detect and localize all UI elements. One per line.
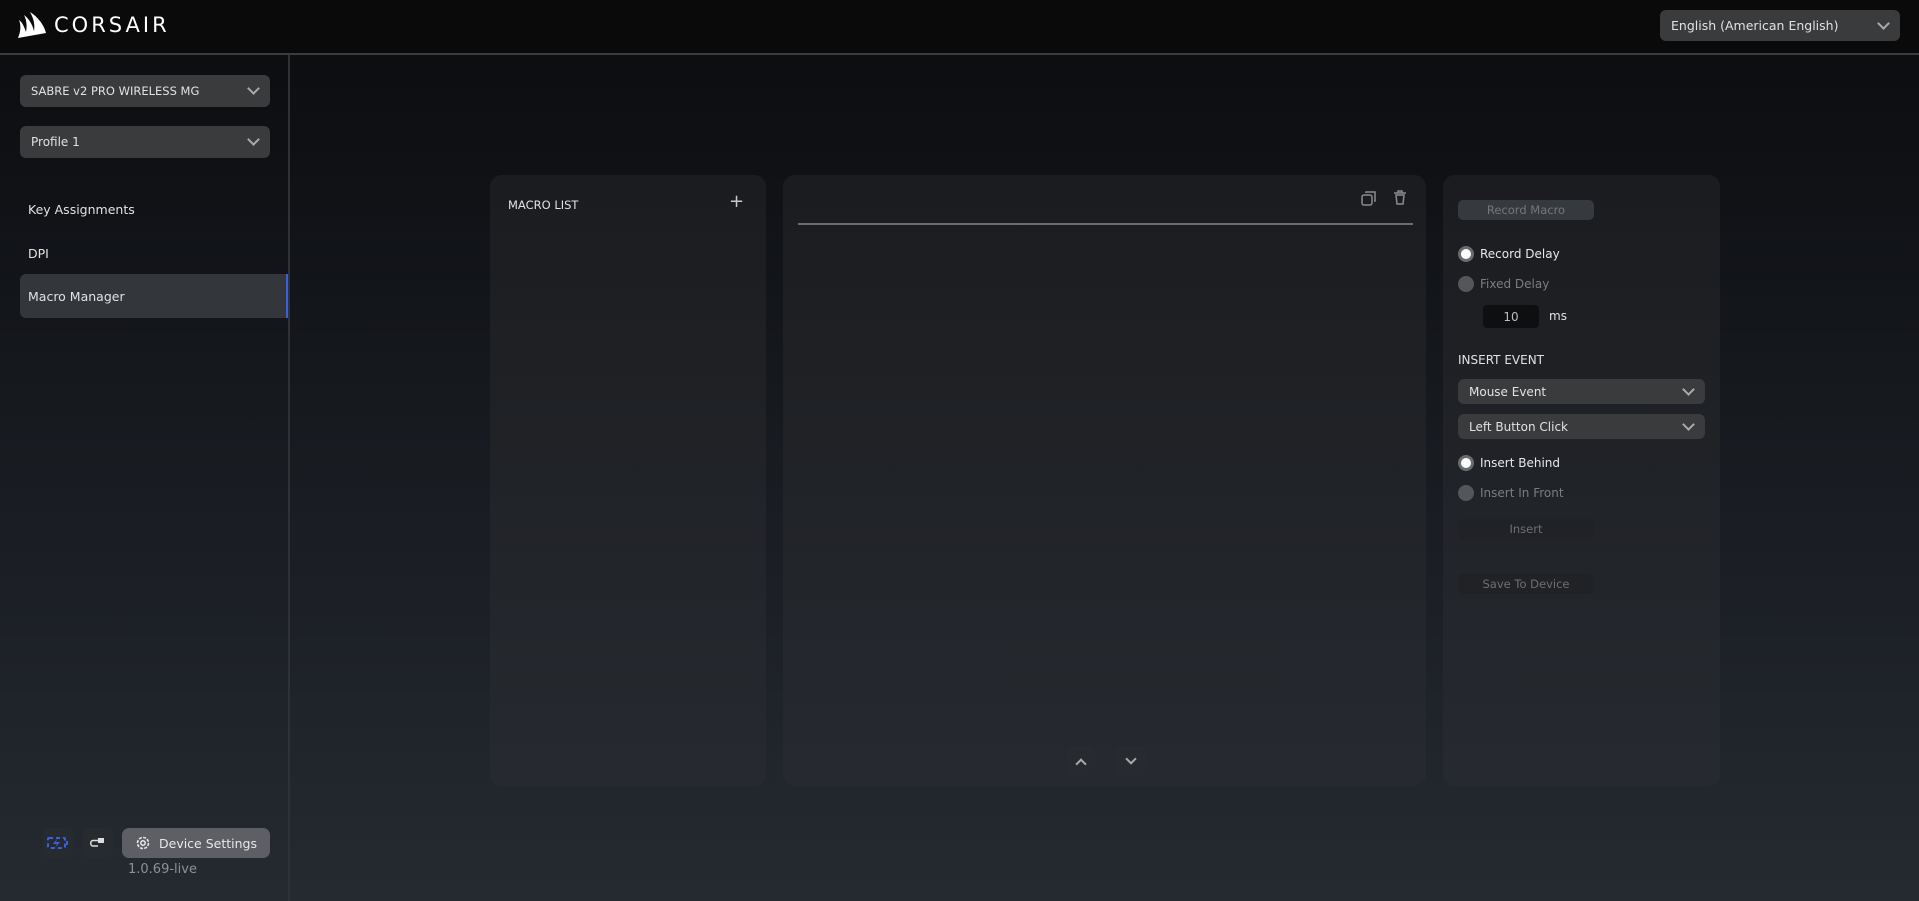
- insert-in-front-radio[interactable]: Insert In Front: [1458, 485, 1564, 501]
- copy-icon[interactable]: [1361, 190, 1377, 210]
- device-settings-label: Device Settings: [159, 835, 257, 851]
- event-type-select[interactable]: Mouse Event: [1458, 379, 1705, 404]
- sidebar-item-label: Macro Manager: [28, 288, 125, 304]
- record-macro-button[interactable]: Record Macro: [1458, 200, 1594, 220]
- save-to-device-button[interactable]: Save To Device: [1458, 574, 1594, 594]
- event-action-value: Left Button Click: [1469, 419, 1568, 434]
- radio-unchecked-icon: [1458, 276, 1474, 292]
- move-down-button[interactable]: [1116, 746, 1146, 776]
- sidebar-divider: [288, 55, 290, 901]
- chevron-down-icon: [1877, 16, 1890, 30]
- chevron-down-icon: [247, 82, 260, 95]
- macro-list-panel: [490, 175, 766, 786]
- fixed-delay-radio[interactable]: Fixed Delay: [1458, 276, 1549, 292]
- gear-icon: [136, 836, 150, 850]
- device-select[interactable]: SABRE v2 PRO WIRELESS MG: [20, 75, 270, 107]
- delay-input[interactable]: 10: [1483, 305, 1539, 328]
- language-value: English (American English): [1671, 18, 1839, 33]
- sidebar-item-macro-manager[interactable]: Macro Manager: [20, 274, 288, 318]
- radio-label: Record Delay: [1480, 247, 1560, 261]
- radio-label: Insert In Front: [1480, 486, 1564, 500]
- language-select[interactable]: English (American English): [1660, 10, 1900, 41]
- radio-checked-icon: [1458, 246, 1474, 262]
- chevron-down-icon: [247, 133, 260, 146]
- macro-list-title: MACRO LIST: [508, 198, 579, 212]
- chevron-down-icon: [1682, 382, 1695, 396]
- delay-unit-label: ms: [1549, 309, 1567, 323]
- record-delay-radio[interactable]: Record Delay: [1458, 246, 1560, 262]
- insert-behind-radio[interactable]: Insert Behind: [1458, 455, 1560, 471]
- controls-panel: [1443, 175, 1720, 786]
- event-action-select[interactable]: Left Button Click: [1458, 414, 1705, 439]
- event-type-value: Mouse Event: [1469, 384, 1547, 399]
- insert-button[interactable]: Insert: [1458, 519, 1594, 539]
- sidebar-item-label: Key Assignments: [28, 201, 135, 217]
- sidebar-item-key-assignments[interactable]: Key Assignments: [20, 187, 288, 231]
- battery-charging-icon[interactable]: [43, 828, 73, 858]
- sidebar-item-dpi[interactable]: DPI: [20, 231, 288, 275]
- radio-unchecked-icon: [1458, 485, 1474, 501]
- version-label: 1.0.69-live: [128, 862, 197, 877]
- corsair-logo: CORSAIR: [16, 11, 170, 39]
- profile-select[interactable]: Profile 1: [20, 126, 270, 158]
- move-up-button[interactable]: [1066, 746, 1096, 776]
- radio-checked-icon: [1458, 455, 1474, 471]
- chevron-down-icon: [1125, 752, 1137, 765]
- top-bar: [0, 0, 1919, 55]
- sidebar-item-label: DPI: [28, 245, 49, 261]
- device-value: SABRE v2 PRO WIRELESS MG: [31, 84, 200, 98]
- chevron-up-icon: [1075, 757, 1087, 770]
- radio-label: Fixed Delay: [1480, 277, 1550, 291]
- radio-label: Insert Behind: [1480, 456, 1561, 470]
- device-settings-button[interactable]: Device Settings: [122, 828, 270, 858]
- editor-divider: [798, 223, 1413, 225]
- insert-event-title: INSERT EVENT: [1458, 353, 1545, 367]
- usb-cable-icon[interactable]: [83, 828, 113, 858]
- chevron-down-icon: [1682, 417, 1695, 431]
- macro-editor-panel: [783, 175, 1426, 786]
- profile-value: Profile 1: [31, 135, 80, 149]
- add-macro-button[interactable]: +: [729, 191, 744, 212]
- sails-icon: [18, 12, 46, 38]
- trash-icon[interactable]: [1393, 190, 1407, 209]
